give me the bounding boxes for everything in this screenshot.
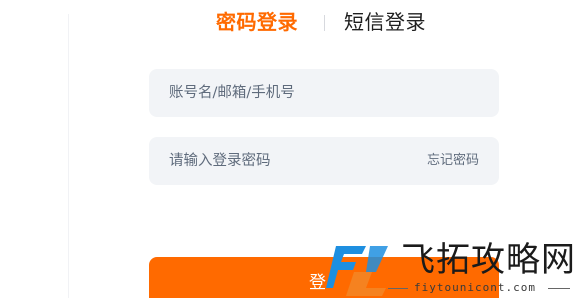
login-panel: 密码登录 短信登录 忘记密码 登 飞拓攻略网 fiytounicont.com — [0, 0, 573, 298]
tab-sms-login[interactable]: 短信登录 — [344, 8, 426, 36]
login-button-label: 登 — [309, 273, 326, 293]
password-field: 忘记密码 — [149, 137, 499, 185]
account-input[interactable] — [169, 69, 419, 117]
watermark: 飞拓攻略网 fiytounicont.com — [326, 236, 573, 298]
panel-divider — [68, 14, 69, 298]
tab-separator — [324, 15, 325, 31]
watermark-url: fiytounicont.com — [414, 281, 536, 294]
watermark-site-name: 飞拓攻略网 — [401, 240, 573, 280]
watermark-dash-right — [548, 288, 570, 289]
site-logo-icon — [326, 246, 388, 296]
forgot-password-link[interactable]: 忘记密码 — [427, 137, 479, 185]
watermark-dash-left — [388, 288, 408, 289]
account-field — [149, 69, 499, 117]
password-input[interactable] — [169, 137, 419, 185]
login-tabs: 密码登录 短信登录 — [0, 8, 573, 38]
tab-password-login[interactable]: 密码登录 — [216, 8, 298, 36]
